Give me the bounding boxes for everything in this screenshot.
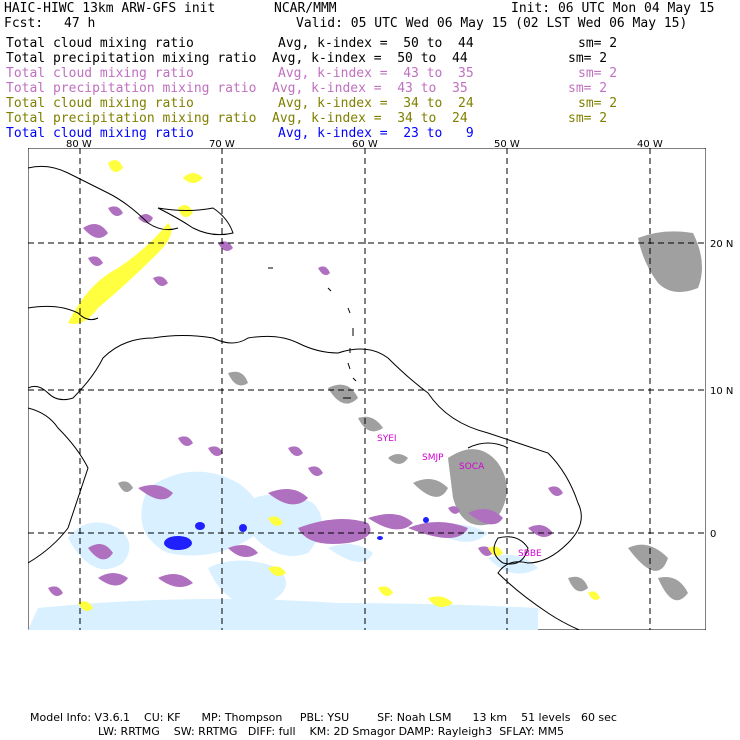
model-info-line2: LW: RRTMG SW: RRTMG DIFF: full KM: 2D Sm… <box>98 725 564 738</box>
lon-label: 50 W <box>494 139 520 150</box>
plot-title: HAIC-HIWC 13km ARW-GFS init <box>4 1 216 16</box>
station-label: SMJP <box>422 453 444 463</box>
lat-label: 10 N <box>710 386 734 397</box>
lat-label: 0 <box>710 529 717 540</box>
field-range: Avg, k-index = 34 to 24 <box>272 111 468 126</box>
field-name: Total cloud mixing ratio <box>6 36 194 51</box>
lat-label: 20 N <box>710 239 734 250</box>
model-info-line1: Model Info: V3.6.1 CU: KF MP: Thompson P… <box>30 711 617 724</box>
field-name: Total precipitation mixing ratio <box>6 111 257 126</box>
field-smoothing: sm= 2 <box>578 66 618 81</box>
init-time: Init: 06 UTC Mon 04 May 15 <box>511 1 715 16</box>
lon-label: 80 W <box>66 139 92 150</box>
station-label: SYEI <box>377 434 397 444</box>
field-range: Avg, k-index = 43 to 35 <box>272 81 468 96</box>
field-range: Avg, k-index = 50 to 44 <box>272 51 468 66</box>
lon-label: 70 W <box>209 139 235 150</box>
field-smoothing: sm= 2 <box>568 81 608 96</box>
field-smoothing: sm= 2 <box>578 36 618 51</box>
field-name: Total cloud mixing ratio <box>6 66 194 81</box>
valid-time: Valid: 05 UTC Wed 06 May 15 (02 LST Wed … <box>296 16 688 31</box>
field-range: Avg, k-index = 43 to 35 <box>278 66 474 81</box>
field-smoothing: sm= 2 <box>568 111 608 126</box>
station-label: SBBE <box>518 549 542 559</box>
station-label: SOCA <box>459 462 485 472</box>
lon-label: 60 W <box>352 139 378 150</box>
institution-label: NCAR/MMM <box>274 1 337 16</box>
field-name: Total cloud mixing ratio <box>6 96 194 111</box>
field-smoothing: sm= 2 <box>578 96 618 111</box>
forecast-label: Fcst: <box>4 16 44 31</box>
field-name: Total cloud mixing ratio <box>6 126 194 141</box>
field-smoothing: sm= 2 <box>568 51 608 66</box>
field-range: Avg, k-index = 34 to 24 <box>278 96 474 111</box>
field-name: Total precipitation mixing ratio <box>6 51 257 66</box>
map-panel <box>28 148 706 630</box>
field-range: Avg, k-index = 50 to 44 <box>278 36 474 51</box>
field-name: Total precipitation mixing ratio <box>6 81 257 96</box>
lon-label: 40 W <box>637 139 663 150</box>
forecast-hours: 47 h <box>64 16 96 31</box>
